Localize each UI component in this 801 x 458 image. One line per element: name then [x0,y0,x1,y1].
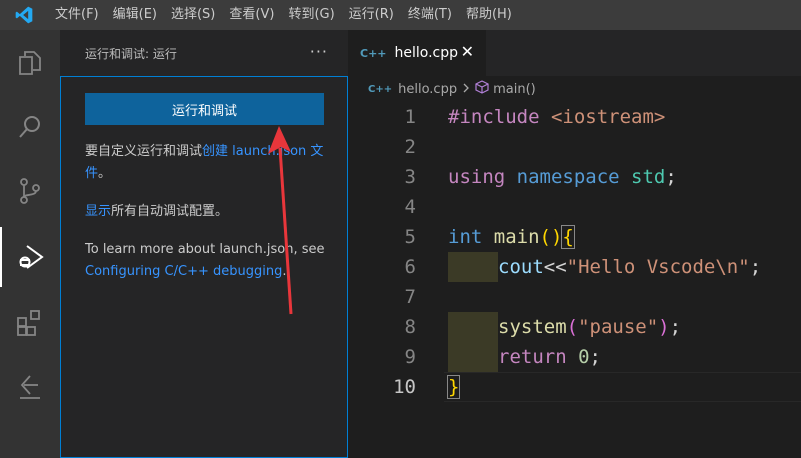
code-token: using [448,166,506,188]
source-control-icon[interactable] [0,161,60,221]
indent-highlight [448,312,498,342]
sidebar-header: 运行和调试: 运行 [60,30,348,76]
learn-more-paragraph: To learn more about launch.json, see Con… [85,239,325,283]
code-token: "Hello Vscode\n" [566,256,750,278]
learn-more-text: To learn more about launch.json, see [85,242,325,257]
run-debug-icon[interactable] [0,227,60,287]
code-token: system [498,316,567,338]
line-number: 5 [404,226,416,248]
code-token: ; [665,166,677,188]
cpp-file-icon: C++ [368,83,393,95]
code-line: int main(){ [448,222,575,252]
files-icon[interactable] [0,33,60,93]
extensions-icon[interactable] [0,293,60,353]
code-token: "pause" [578,316,659,338]
line-number: 1 [404,106,416,128]
code-token: int [448,226,483,248]
code-token: << [543,256,567,278]
code-line: cout<<"Hello Vscode\n"; [498,252,761,282]
activity-bar [0,30,60,458]
code-line: return 0; [498,342,601,372]
menu-selection[interactable]: 选择(S) [164,0,222,30]
learn-more-suffix: . [282,264,287,279]
line-number: 2 [404,136,416,158]
code-token: () [539,226,563,248]
code-editor[interactable]: 1 2 3 4 5 6 7 8 9 10 #include <iostream>… [348,102,801,458]
menubar: 文件(F) 编辑(E) 选择(S) 查看(V) 转到(G) 运行(R) 终端(T… [0,0,801,30]
menu-file[interactable]: 文件(F) [48,0,106,30]
tab-label: hello.cpp [394,45,459,61]
code-line: #include <iostream> [448,102,665,132]
run-debug-sidebar: 运行和调试: 运行 ··· 运行和调试 要自定义运行和调试创建 launch.j… [60,30,348,458]
show-configs-paragraph: 显示所有自动调试配置。 [85,201,325,223]
show-link[interactable]: 显示 [85,204,111,219]
menu-run[interactable]: 运行(R) [342,0,401,30]
code-token: ; [669,316,682,338]
vscode-logo-icon[interactable] [0,0,48,30]
code-token: #include [448,106,540,128]
code-line: using namespace std; [448,162,677,192]
editor-tabs: C++ hello.cpp ✕ [348,30,801,76]
customize-paragraph: 要自定义运行和调试创建 launch.json 文件。 [85,141,325,185]
show-configs-text: 所有自动调试配置。 [111,204,229,219]
line-number: 9 [404,346,416,368]
code-line: } [446,372,461,402]
code-token: namespace [505,166,620,188]
code-token: main [482,226,540,248]
search-icon[interactable] [0,97,60,157]
configuring-debugging-link[interactable]: Configuring C/C++ debugging [85,264,282,279]
run-and-debug-button[interactable]: 运行和调试 [85,93,324,125]
method-cube-icon [475,80,489,98]
line-number: 10 [393,376,416,398]
line-number: 3 [404,166,416,188]
sidebar-body: 运行和调试 要自定义运行和调试创建 launch.json 文件。 显示所有自动… [60,76,348,458]
chevron-right-icon [462,82,470,97]
current-line-highlight [444,372,801,402]
menu-view[interactable]: 查看(V) [222,0,281,30]
indent-highlight [448,252,498,282]
code-token: <iostream> [539,106,666,128]
cpp-file-icon: C++ [360,46,387,60]
indent-highlight [448,342,498,372]
breadcrumb: C++ hello.cpp main() [348,76,801,102]
customize-text: 要自定义运行和调试 [85,144,203,159]
menu-edit[interactable]: 编辑(E) [106,0,164,30]
code-token: ; [589,346,601,368]
menu-go[interactable]: 转到(G) [281,0,341,30]
code-token: } [446,375,461,399]
remote-icon[interactable] [0,357,60,417]
code-token: return [498,346,567,368]
code-token: { [561,225,575,249]
line-number: 7 [404,286,416,308]
code-line: system("pause"); [498,312,681,342]
line-number: 4 [404,196,416,218]
code-token: ( [566,316,579,338]
code-token: ) [658,316,670,338]
code-token: 0 [566,346,590,368]
close-icon[interactable]: ✕ [461,42,474,61]
line-number: 8 [404,316,416,338]
breadcrumb-file[interactable]: hello.cpp [398,82,457,97]
menu-help[interactable]: 帮助(H) [459,0,519,30]
customize-suffix: 。 [98,166,112,181]
code-token: std [619,166,666,188]
sidebar-title: 运行和调试: 运行 [85,46,177,61]
tab-hello-cpp[interactable]: C++ hello.cpp ✕ [348,30,486,76]
line-number: 6 [404,256,416,278]
breadcrumb-symbol[interactable]: main() [493,82,536,97]
code-token: ; [749,256,762,278]
menu-terminal[interactable]: 终端(T) [401,0,459,30]
code-token: cout [498,256,544,278]
more-actions-icon[interactable]: ··· [310,42,328,62]
